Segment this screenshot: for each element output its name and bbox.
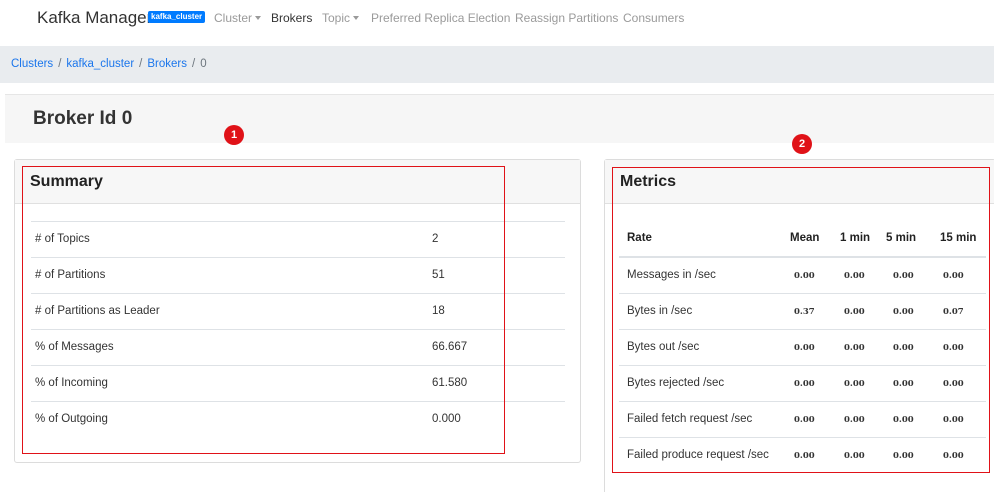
metrics-5min: 0.00 <box>893 343 914 353</box>
metrics-row: Bytes rejected /sec 0.00 0.00 0.00 0.00 <box>619 365 986 401</box>
metrics-mean: 0.37 <box>794 307 815 317</box>
metrics-row: Bytes in /sec 0.37 0.00 0.00 0.07 <box>619 293 986 329</box>
page-title: Broker Id 0 <box>33 108 133 129</box>
metrics-mean: 0.00 <box>794 343 815 353</box>
summary-card-header: Summary <box>15 160 580 204</box>
nav-consumers[interactable]: Consumers <box>623 11 684 25</box>
metrics-row-label: Bytes in /sec <box>627 305 693 317</box>
summary-row-value: 51 <box>432 269 445 281</box>
nav-preferred-replica-election[interactable]: Preferred Replica Election <box>371 11 510 25</box>
summary-row: % of Incoming 61.580 <box>31 365 565 401</box>
metrics-15min: 0.07 <box>943 307 964 317</box>
metrics-card-header: Metrics <box>605 160 994 204</box>
metrics-row: Bytes out /sec 0.00 0.00 0.00 0.00 <box>619 329 986 365</box>
nav-cluster-label: Cluster <box>214 11 253 25</box>
metrics-1min: 0.00 <box>844 307 865 317</box>
summary-title: Summary <box>30 173 103 190</box>
nav-topic-dropdown[interactable]: Topic <box>322 11 360 25</box>
metrics-mean: 0.00 <box>794 271 815 281</box>
metrics-15min: 0.00 <box>943 343 964 353</box>
metrics-header-15min: 15 min <box>940 232 977 244</box>
brand-link[interactable]: Kafka Manager <box>37 8 152 28</box>
metrics-1min: 0.00 <box>844 451 865 461</box>
summary-row: % of Outgoing 0.000 <box>31 401 565 437</box>
metrics-row: Failed fetch request /sec 0.00 0.00 0.00 0.0… <box>619 401 986 437</box>
summary-row-label: # of Partitions <box>35 269 106 281</box>
breadcrumb-separator: / <box>191 58 196 70</box>
metrics-15min: 0.00 <box>943 379 964 389</box>
metrics-1min: 0.00 <box>844 379 865 389</box>
summary-row: # of Partitions 51 <box>31 257 565 293</box>
metrics-header-1min: 1 min <box>840 232 871 244</box>
breadcrumb-brokers[interactable]: Brokers <box>147 58 187 70</box>
metrics-mean: 0.00 <box>794 379 815 389</box>
summary-row-label: # of Partitions as Leader <box>35 305 160 317</box>
nav-topic-label: Topic <box>322 11 351 25</box>
summary-row-label: % of Outgoing <box>35 413 108 425</box>
metrics-row-label: Bytes out /sec <box>627 341 700 353</box>
summary-row: # of Partitions as Leader 18 <box>31 293 565 329</box>
metrics-1min: 0.00 <box>844 415 865 425</box>
metrics-row-label: Failed produce request /sec <box>627 449 769 461</box>
summary-row-value: 66.667 <box>432 341 468 353</box>
summary-row-value: 18 <box>432 305 445 317</box>
nav-cluster-dropdown[interactable]: Cluster <box>214 11 262 25</box>
breadcrumb-cluster[interactable]: kafka_cluster <box>66 58 134 70</box>
breadcrumb: Clusters / kafka_cluster / Brokers / 0 <box>0 46 994 83</box>
metrics-row-label: Failed fetch request /sec <box>627 413 753 425</box>
summary-row-label: % of Messages <box>35 341 114 353</box>
metrics-15min: 0.00 <box>943 451 964 461</box>
chevron-down-icon <box>255 16 262 20</box>
annotation-marker-2: 2 <box>792 134 812 154</box>
summary-row-label: % of Incoming <box>35 377 108 389</box>
summary-row-value: 0.000 <box>432 413 461 425</box>
top-navbar: Kafka Manager kafka_cluster Cluster Brok… <box>0 0 994 36</box>
annotation-marker-1: 1 <box>224 125 244 145</box>
breadcrumb-current: 0 <box>200 58 207 70</box>
metrics-5min: 0.00 <box>893 307 914 317</box>
metrics-row-label: Bytes rejected /sec <box>627 377 725 389</box>
metrics-header-rate: Rate <box>627 232 652 244</box>
metrics-row: Messages in /sec 0.00 0.00 0.00 0.00 <box>619 258 986 294</box>
page-header: Broker Id 0 <box>5 94 994 143</box>
nav-brokers[interactable]: Brokers <box>271 11 312 25</box>
metrics-row-label: Messages in /sec <box>627 269 716 281</box>
metrics-header-mean: Mean <box>790 232 820 244</box>
metrics-5min: 0.00 <box>893 451 914 461</box>
metrics-mean: 0.00 <box>794 451 815 461</box>
metrics-15min: 0.00 <box>943 271 964 281</box>
metrics-5min: 0.00 <box>893 415 914 425</box>
cluster-badge: kafka_cluster <box>148 11 206 23</box>
chevron-down-icon <box>353 16 360 20</box>
metrics-1min: 0.00 <box>844 271 865 281</box>
metrics-15min: 0.00 <box>943 415 964 425</box>
breadcrumb-separator: / <box>58 58 62 70</box>
metrics-title: Metrics <box>620 173 677 190</box>
summary-row-value: 2 <box>432 233 439 245</box>
metrics-5min: 0.00 <box>893 379 914 389</box>
summary-row: # of Topics 2 <box>31 221 565 257</box>
summary-row-value: 61.580 <box>432 377 468 389</box>
breadcrumb-separator: / <box>139 58 143 70</box>
nav-reassign-partitions[interactable]: Reassign Partitions <box>515 11 618 25</box>
breadcrumb-clusters[interactable]: Clusters <box>11 58 53 70</box>
summary-row: % of Messages 66.667 <box>31 329 565 365</box>
metrics-row: Failed produce request /sec 0.00 0.00 0.00 0… <box>619 437 986 473</box>
metrics-mean: 0.00 <box>794 415 815 425</box>
summary-row-label: # of Topics <box>35 233 90 245</box>
metrics-header-5min: 5 min <box>886 232 917 244</box>
metrics-1min: 0.00 <box>844 343 865 353</box>
metrics-5min: 0.00 <box>893 271 914 281</box>
